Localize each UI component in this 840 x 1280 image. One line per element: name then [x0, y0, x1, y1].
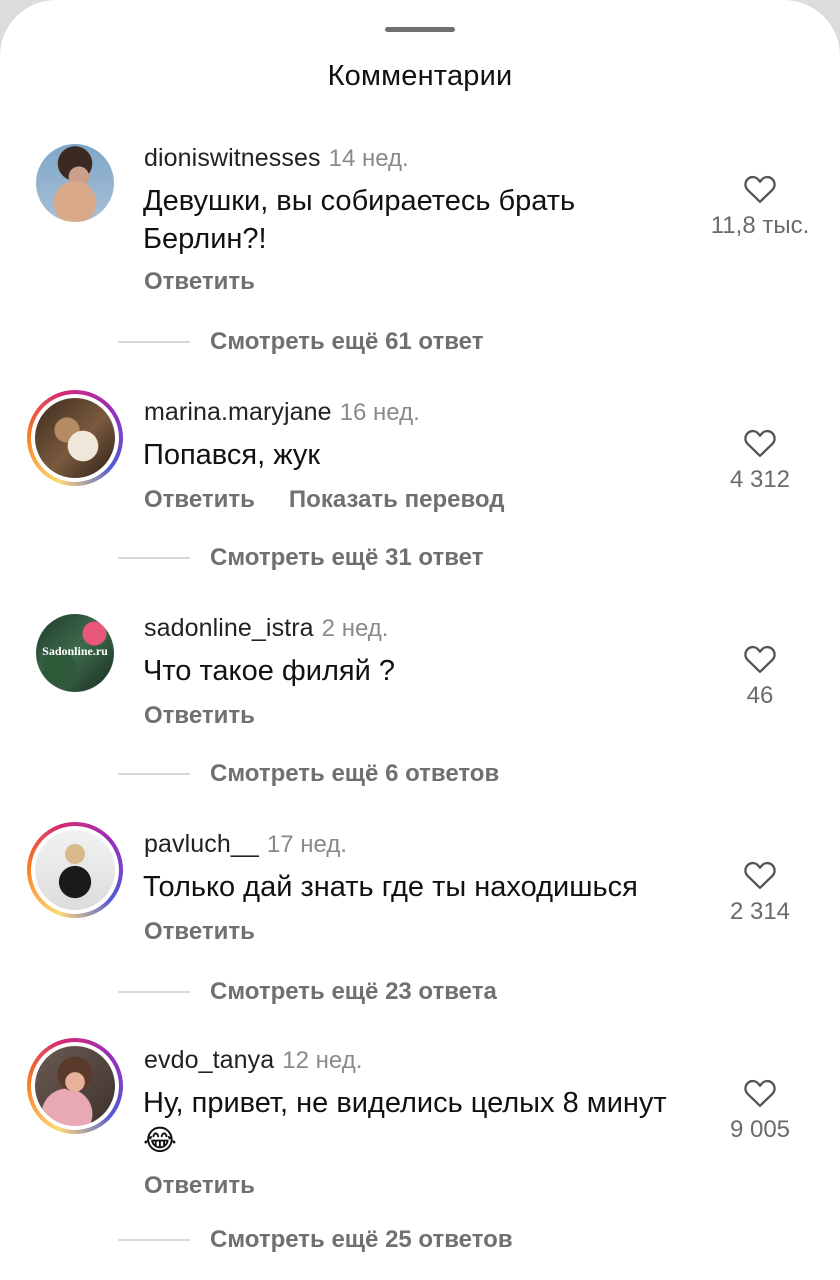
- comment-username[interactable]: sadonline_istra: [144, 614, 314, 642]
- comment-time: 2 нед.: [321, 615, 389, 642]
- comment-username[interactable]: dioniswitnesses: [144, 144, 321, 172]
- heart-outline-icon[interactable]: [742, 426, 778, 458]
- reply-button[interactable]: Ответить: [144, 486, 255, 513]
- view-replies-button[interactable]: Смотреть ещё 61 ответ: [118, 328, 483, 356]
- like-count: 2 314: [729, 898, 791, 925]
- replies-divider: [118, 773, 190, 775]
- heart-outline-icon[interactable]: [742, 172, 778, 204]
- replies-divider: [118, 557, 190, 559]
- replies-divider: [118, 991, 190, 993]
- avatar[interactable]: [36, 144, 114, 222]
- view-replies-label[interactable]: Смотреть ещё 31 ответ: [210, 544, 483, 571]
- comment-time: 12 нед.: [282, 1047, 363, 1074]
- reply-button[interactable]: Ответить: [144, 268, 255, 295]
- like-count: 11,8 тыс.: [710, 212, 810, 239]
- comment-username[interactable]: evdo_tanya: [144, 1046, 274, 1074]
- view-replies-button[interactable]: Смотреть ещё 25 ответов: [118, 1226, 513, 1254]
- comment-username[interactable]: pavluch__: [144, 830, 259, 858]
- like-count: 46: [746, 682, 774, 709]
- reply-button[interactable]: Ответить: [144, 702, 255, 729]
- avatar-logo-text: Sadonline.ru: [42, 644, 108, 658]
- view-replies-label[interactable]: Смотреть ещё 25 ответов: [210, 1226, 513, 1253]
- like-button[interactable]: 2 314: [680, 858, 840, 926]
- show-translation-button[interactable]: Показать перевод: [289, 486, 505, 513]
- like-button[interactable]: 9 005: [680, 1076, 840, 1144]
- avatar[interactable]: Sadonline.ru: [36, 614, 114, 692]
- heart-outline-icon[interactable]: [742, 642, 778, 674]
- comments-sheet: Комментарии dioniswitnesses 14 нед. Девуш…: [0, 0, 840, 1280]
- view-replies-button[interactable]: Смотреть ещё 31 ответ: [118, 544, 483, 572]
- comment-text: Ну, привет, не виделись целых 8 минут 😂: [143, 1087, 667, 1157]
- like-button[interactable]: 11,8 тыс.: [680, 172, 840, 240]
- view-replies-label[interactable]: Смотреть ещё 23 ответа: [210, 978, 497, 1005]
- comment-time: 14 нед.: [328, 145, 409, 172]
- comment-text: Попався, жук: [143, 439, 321, 471]
- view-replies-button[interactable]: Смотреть ещё 6 ответов: [118, 760, 499, 788]
- view-replies-button[interactable]: Смотреть ещё 23 ответа: [118, 978, 497, 1006]
- replies-divider: [118, 1239, 190, 1241]
- like-button[interactable]: 46: [680, 642, 840, 710]
- comment-text: Девушки, вы собираетесь брать Берлин?!: [143, 185, 576, 255]
- like-count: 9 005: [729, 1116, 791, 1143]
- like-count: 4 312: [729, 466, 791, 493]
- avatar[interactable]: [27, 822, 123, 918]
- reply-button[interactable]: Ответить: [144, 1172, 255, 1199]
- like-button[interactable]: 4 312: [680, 426, 840, 494]
- reply-button[interactable]: Ответить: [144, 918, 255, 945]
- comment-text: Только дай знать где ты находишься: [143, 871, 638, 903]
- comment-username[interactable]: marina.maryjane: [144, 398, 332, 426]
- heart-outline-icon[interactable]: [742, 1076, 778, 1108]
- replies-divider: [118, 341, 190, 343]
- avatar[interactable]: [27, 1038, 123, 1134]
- comment-text: Что такое филяй ?: [143, 655, 395, 687]
- sheet-drag-handle[interactable]: [385, 27, 455, 32]
- heart-outline-icon[interactable]: [742, 858, 778, 890]
- avatar[interactable]: [27, 390, 123, 486]
- view-replies-label[interactable]: Смотреть ещё 6 ответов: [210, 760, 499, 787]
- comment-time: 16 нед.: [339, 399, 420, 426]
- sheet-title: Комментарии: [327, 60, 513, 92]
- view-replies-label[interactable]: Смотреть ещё 61 ответ: [210, 328, 483, 355]
- comment-time: 17 нед.: [266, 831, 347, 858]
